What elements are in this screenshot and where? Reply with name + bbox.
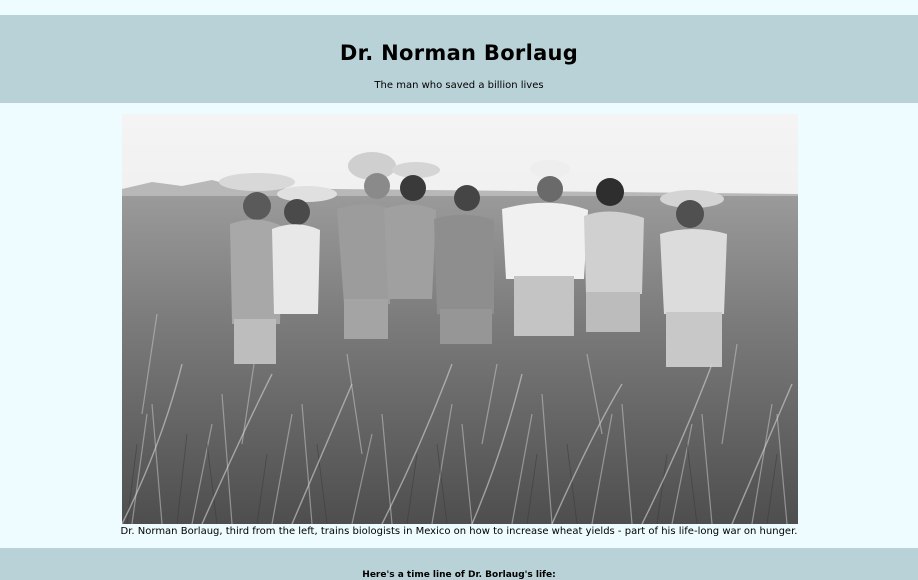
page-header: Dr. Norman Borlaug The man who saved a b… (0, 15, 918, 103)
timeline-section: Here's a time line of Dr. Borlaug's life… (0, 548, 918, 580)
page-tagline: The man who saved a billion lives (374, 80, 544, 91)
photo-caption: Dr. Norman Borlaug, third from the left,… (120, 526, 798, 537)
page: Dr. Norman Borlaug The man who saved a b… (0, 0, 918, 580)
timeline-heading: Here's a time line of Dr. Borlaug's life… (362, 570, 556, 580)
page-title: Dr. Norman Borlaug (339, 41, 579, 65)
borlaug-photo (122, 114, 798, 524)
